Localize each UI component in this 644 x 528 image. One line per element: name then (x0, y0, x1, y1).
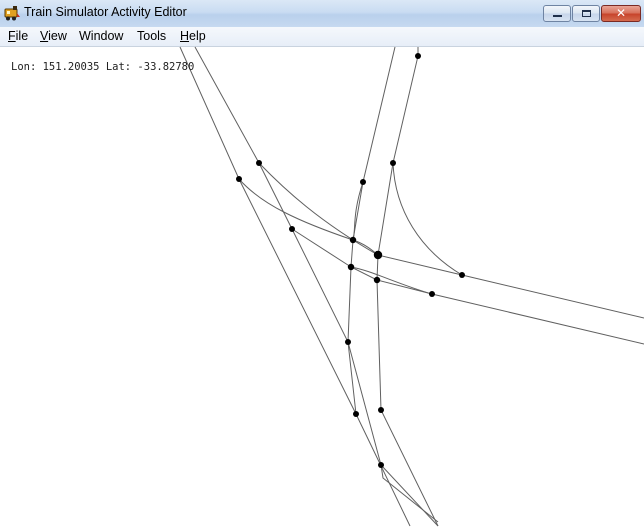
track-node[interactable] (345, 339, 351, 345)
track-node[interactable] (378, 407, 384, 413)
track-node[interactable] (415, 53, 421, 59)
track-node[interactable] (459, 272, 465, 278)
track-node[interactable] (373, 276, 381, 284)
track-segment (392, 162, 463, 276)
track-node[interactable] (349, 236, 357, 244)
track-node[interactable] (353, 411, 359, 417)
track-node[interactable] (378, 462, 384, 468)
app-window: Train Simulator Activity Editor ✕ File V… (0, 0, 644, 528)
track-segment (347, 46, 396, 415)
track-node[interactable] (360, 179, 366, 185)
track-segment (258, 162, 379, 256)
track-node[interactable] (347, 263, 355, 271)
track-segment (291, 228, 644, 345)
track-lines (179, 46, 644, 527)
track-node[interactable] (289, 226, 295, 232)
track-node[interactable] (236, 176, 242, 182)
track-segment (350, 266, 433, 295)
track-map[interactable] (0, 0, 644, 528)
track-node[interactable] (256, 160, 262, 166)
track-segment (377, 254, 644, 319)
track-segment (179, 46, 411, 527)
track-nodes (236, 53, 465, 468)
track-node[interactable] (429, 291, 435, 297)
track-node[interactable] (373, 250, 383, 260)
coordinates-readout: Lon: 151.20035 Lat: -33.82780 (11, 61, 195, 73)
track-node[interactable] (390, 160, 396, 166)
